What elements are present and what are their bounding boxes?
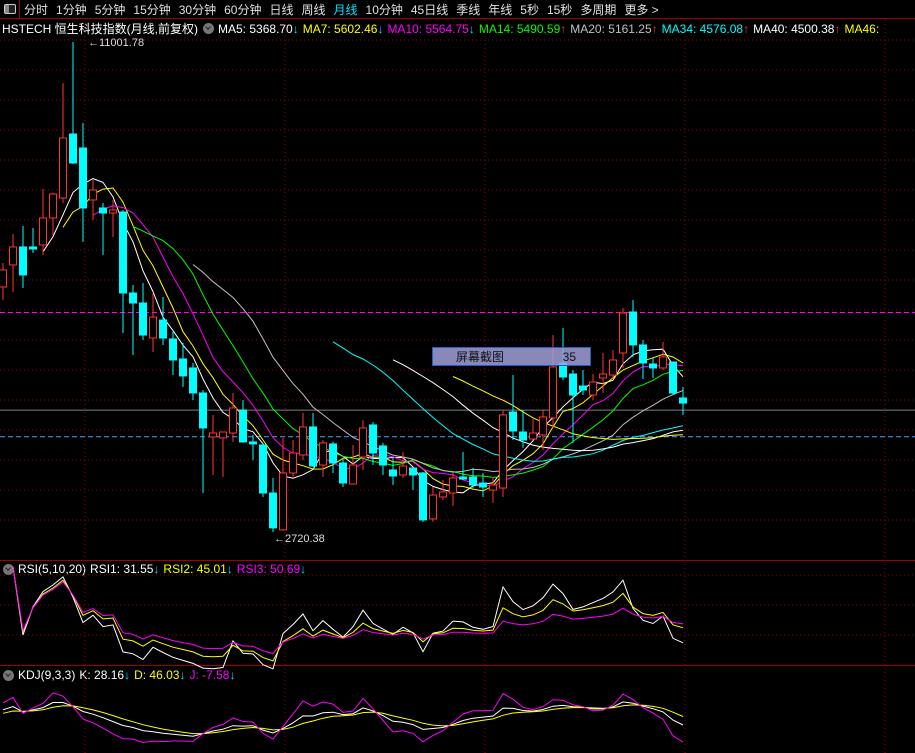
candle-up [529,432,537,440]
candle-down [249,441,257,445]
candle-down [179,358,187,377]
candle-down [339,462,347,484]
candle-up [449,477,457,494]
candle-up [299,426,307,456]
candle-down [459,476,467,480]
candle-down [419,472,427,521]
candle-down [649,363,657,369]
screenshot-tooltip: 屏幕截图 35 [432,347,591,366]
candle-down [519,431,527,441]
rsi10-line [12,566,684,662]
high-price-label: ←11001.78 [88,37,144,49]
candle-down [189,367,197,394]
candle-down [69,133,77,164]
candle-down [19,246,27,276]
candle-up [89,189,97,201]
candle-down [679,397,687,404]
ma14-line [132,226,684,478]
candle-down [259,444,267,494]
candle-down [639,344,647,364]
low-price-label: ←2720.38 [274,533,325,545]
candle-up [9,246,17,266]
ma10-line [92,205,684,487]
candlestick-chart[interactable]: ←11001.78 ←2720.38 [0,0,915,753]
candle-down [199,392,207,429]
candle-up [109,209,117,214]
kdj-j-line [2,692,684,744]
candle-down [669,361,677,394]
candle-down [579,385,587,391]
candle-up [279,472,287,531]
candle-up [429,494,437,520]
candle-up [549,366,557,419]
candle-down [369,424,377,454]
candle-down [169,338,177,361]
candle-up [59,137,67,199]
candle-down [99,207,107,214]
candle-down [329,443,337,464]
candle-up [359,427,367,458]
candle-down [629,311,637,346]
candle-down [509,411,517,432]
candle-up [499,414,507,489]
candle-up [229,407,237,434]
candle-down [269,492,277,529]
candle-up [489,484,497,491]
candle-up [319,442,327,466]
candle-up [219,431,227,439]
candle-up [209,432,217,438]
candle-up [589,381,597,396]
candle-down [569,373,577,396]
candle-down [159,319,167,339]
candle-up [599,373,607,379]
candle-down [479,482,487,488]
candle-up [539,416,547,436]
candle-down [29,246,37,250]
candle-down [119,211,127,294]
candle-up [349,464,357,485]
candle-down [239,409,247,443]
candle-down [389,469,397,477]
candle-up [289,452,297,474]
candle-up [49,193,57,219]
candle-up [659,356,667,369]
candle-up [619,312,627,354]
candle-down [309,426,317,467]
candle-up [609,359,617,376]
candle-up [39,217,47,246]
tooltip-value: 35 [562,349,576,364]
candle-down [469,476,477,486]
rsi5-line [12,566,684,670]
candle-down [129,292,137,304]
candle-down [409,467,417,476]
tooltip-label: 屏幕截图 [456,350,505,364]
candle-up [0,269,7,288]
candle-up [439,491,447,498]
candle-up [399,465,407,476]
candle-down [379,445,387,466]
candle-down [139,302,147,336]
candle-down [79,147,87,209]
candle-up [149,316,157,339]
